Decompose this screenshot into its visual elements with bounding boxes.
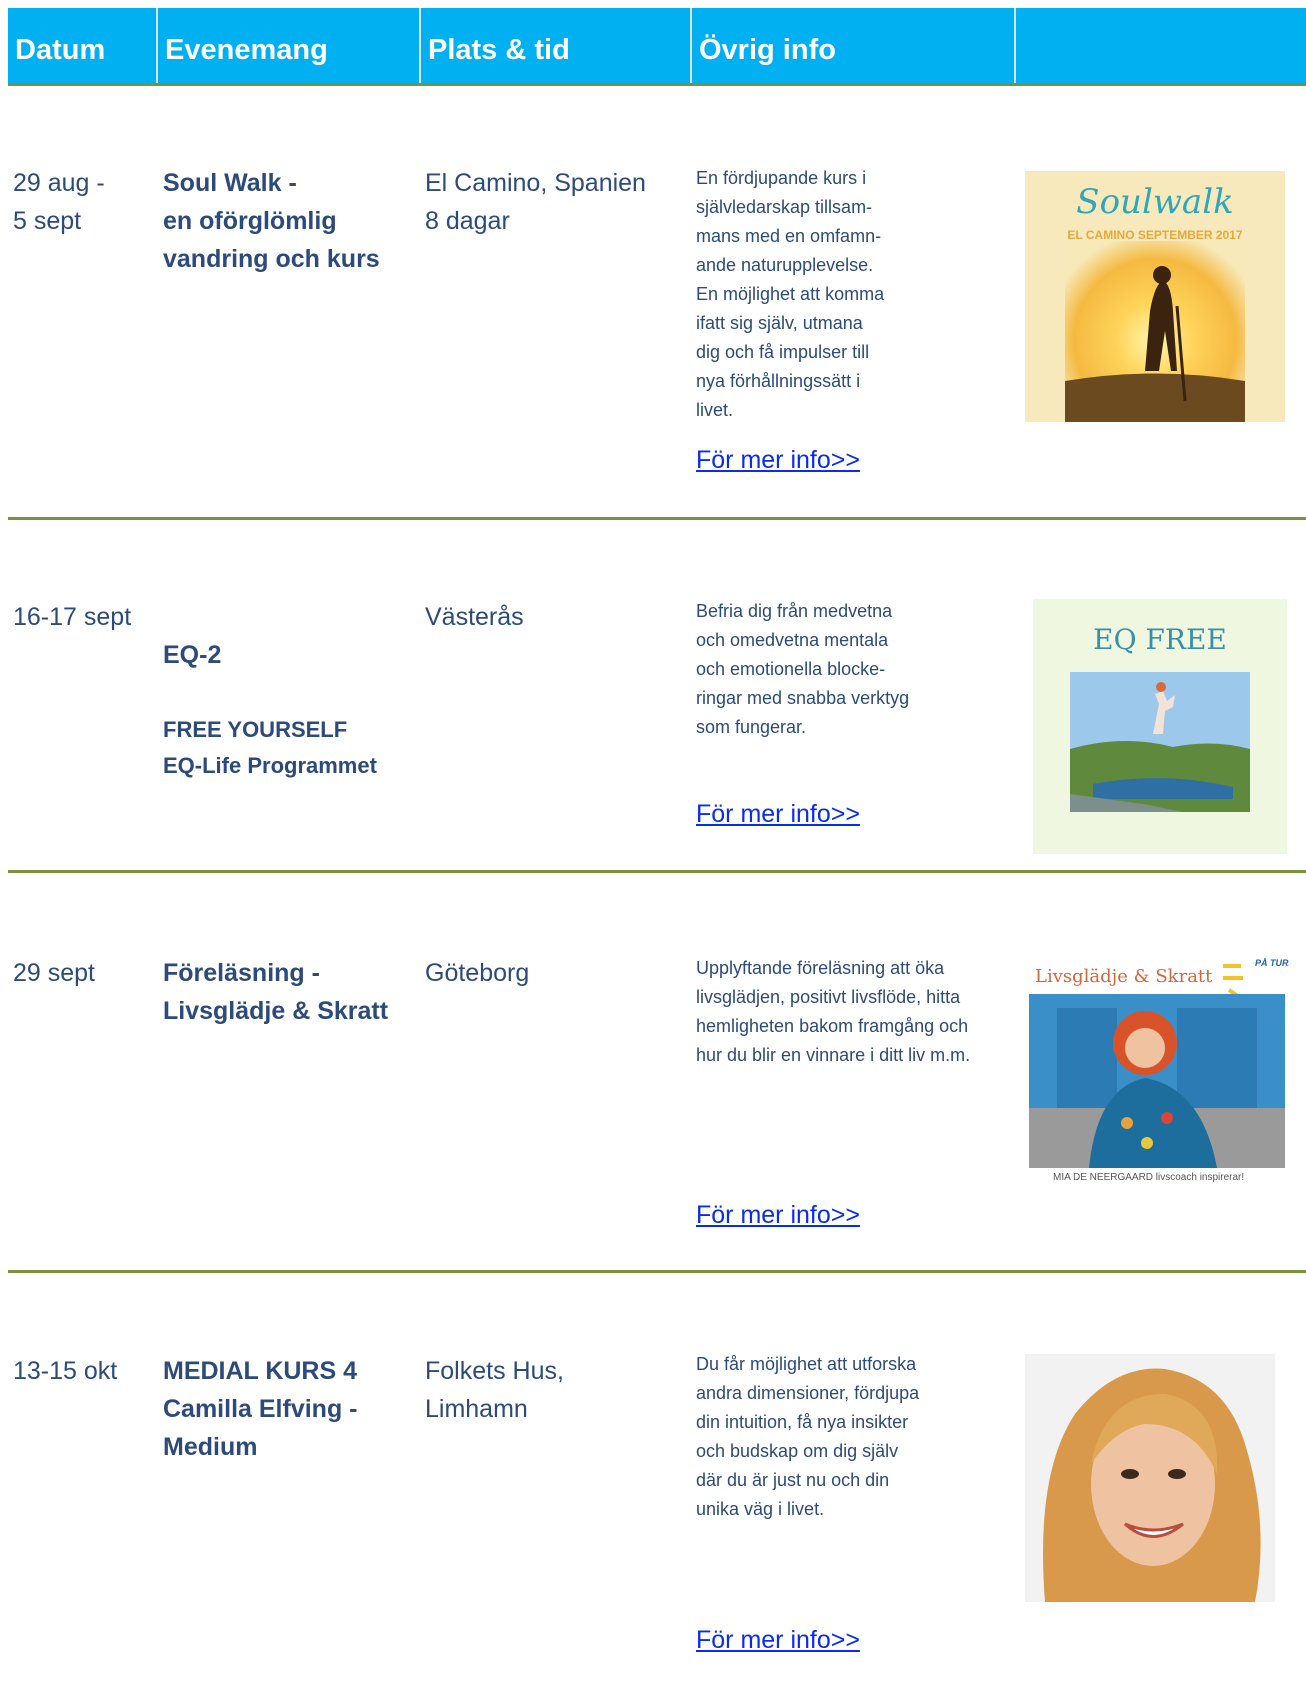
event-place: Göteborg [425, 959, 530, 987]
livsgladje-image-title: Livsglädje & Skratt [1035, 966, 1213, 987]
column-header-place: Plats & tid [428, 34, 570, 66]
more-info-link[interactable]: För mer info>> [696, 446, 860, 475]
event-date: 29 aug - 5 sept [13, 169, 105, 235]
event-title-sub: FREE YOURSELF EQ-Life Programmet [163, 717, 377, 778]
livsgladje-badge: PÅ TURNÉ [1255, 958, 1289, 968]
image-caption: MIA DE NEERGAARD livscoach inspirerar! [1053, 1172, 1245, 1183]
soulwalk-image: Soulwalk EL CAMINO SEPTEMBER 2017 [1025, 171, 1285, 422]
event-title-main: EQ-2 [163, 641, 222, 669]
event-title: Soul Walk - en oförglömlig vandring och … [163, 169, 380, 273]
event-title: EQ-2 FREE YOURSELF EQ-Life Programmet [163, 598, 377, 822]
more-info-link[interactable]: För mer info>> [696, 1201, 860, 1230]
event-info: En fördjupande kurs i självledarskap til… [696, 168, 885, 420]
event-title: MEDIAL KURS 4 Camilla Elfving - Medium [163, 1357, 358, 1461]
column-header-info: Övrig info [699, 34, 836, 66]
more-info-link[interactable]: För mer info>> [696, 1626, 860, 1655]
event-info: Befria dig från medvetna och omedvetna m… [696, 601, 910, 737]
event-date: 16-17 sept [13, 603, 132, 631]
soulwalk-image-subtitle: EL CAMINO SEPTEMBER 2017 [1067, 228, 1242, 242]
event-place: Västerås [425, 603, 524, 631]
row-divider [8, 1270, 1306, 1273]
eq-free-image: EQ FREE [1033, 599, 1287, 854]
table-header: Datum Evenemang Plats & tid Övrig info [8, 8, 1306, 86]
portrait-photo [1025, 1354, 1275, 1602]
event-info: Upplyftande föreläsning att öka livsgläd… [696, 958, 971, 1065]
event-place: El Camino, Spanien 8 dagar [425, 169, 646, 235]
event-place: Folkets Hus, Limhamn [425, 1357, 564, 1423]
event-info: Du får möjlighet att utforska andra dime… [696, 1354, 920, 1519]
event-date: 13-15 okt [13, 1357, 118, 1385]
livsgladje-image: Livsglädje & Skratt PÅ TURNÉ [1027, 948, 1289, 1168]
more-info-link[interactable]: För mer info>> [696, 800, 860, 829]
event-date: 29 sept [13, 959, 96, 987]
eq-free-image-title: EQ FREE [1093, 623, 1227, 656]
column-header-image [1016, 8, 1296, 83]
row-divider [8, 517, 1306, 520]
column-header-date: Datum [15, 34, 106, 66]
soulwalk-image-title: Soulwalk [1076, 182, 1233, 222]
column-header-event: Evenemang [165, 34, 328, 66]
row-divider [8, 870, 1306, 873]
event-title: Föreläsning - Livsglädje & Skratt [163, 959, 389, 1025]
